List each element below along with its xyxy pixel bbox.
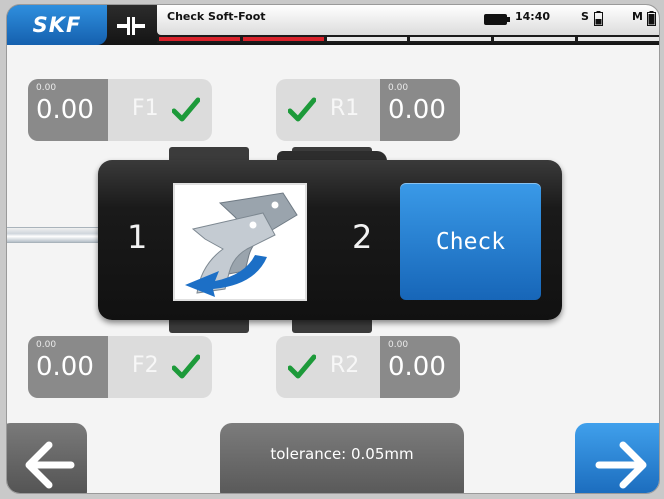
screen-title: Check Soft-Foot bbox=[167, 10, 266, 23]
foot-f1-small-value: 0.00 bbox=[36, 83, 57, 93]
foot-r1-small-value: 0.00 bbox=[388, 83, 409, 93]
coupling-icon bbox=[117, 17, 145, 35]
tolerance-display[interactable]: tolerance: 0.05mm bbox=[220, 423, 464, 493]
foot-f1-readout[interactable]: 0.00 0.00 F1 bbox=[28, 79, 212, 141]
back-button[interactable] bbox=[7, 423, 87, 493]
progress-step bbox=[159, 37, 240, 41]
battery-icon bbox=[484, 14, 510, 25]
foot-r1-label: R1 bbox=[330, 96, 360, 121]
skf-logo: SKF bbox=[7, 5, 107, 45]
tolerance-text: tolerance: 0.05mm bbox=[270, 445, 414, 463]
device-screen: SKF Check Soft-Foot 14:40 S M 1 2 Check … bbox=[6, 4, 660, 494]
forward-arrow-icon bbox=[595, 441, 647, 489]
sensor-s-battery-icon bbox=[594, 11, 603, 26]
sensor-m-indicator: M bbox=[632, 10, 643, 23]
checkmark-icon bbox=[288, 97, 316, 122]
machine-label-1: 1 bbox=[127, 218, 148, 256]
foot-f1-label: F1 bbox=[132, 96, 159, 121]
sensor-s-indicator: S bbox=[581, 10, 589, 23]
progress-step bbox=[410, 37, 492, 41]
progress-step bbox=[494, 37, 576, 41]
foot-f2-label: F2 bbox=[132, 353, 159, 378]
status-bar: SKF Check Soft-Foot 14:40 S M bbox=[7, 5, 659, 45]
soft-foot-image bbox=[173, 183, 307, 301]
foot-f2-value: 0.00 bbox=[36, 352, 94, 382]
foot-r1-readout[interactable]: R1 0.00 0.00 bbox=[276, 79, 460, 141]
foot-f1-value: 0.00 bbox=[36, 95, 94, 125]
sensor-m-battery-icon bbox=[647, 11, 656, 26]
soft-foot-shim-icon bbox=[185, 192, 298, 297]
checkmark-icon bbox=[172, 354, 200, 379]
foot-r2-readout[interactable]: R2 0.00 0.00 bbox=[276, 336, 460, 398]
progress-step bbox=[578, 37, 659, 41]
back-arrow-icon bbox=[25, 441, 75, 489]
check-button[interactable]: Check bbox=[400, 183, 541, 300]
foot-f2-readout[interactable]: 0.00 0.00 F2 bbox=[28, 336, 212, 398]
checkmark-icon bbox=[172, 97, 200, 122]
progress-step bbox=[326, 37, 408, 41]
next-button[interactable] bbox=[575, 423, 659, 493]
foot-r2-small-value: 0.00 bbox=[388, 340, 409, 350]
clock: 14:40 bbox=[515, 10, 551, 23]
foot-r1-value: 0.00 bbox=[388, 95, 446, 125]
foot-r2-value: 0.00 bbox=[388, 352, 446, 382]
machine-shaft bbox=[7, 227, 107, 243]
foot-f2-small-value: 0.00 bbox=[36, 340, 57, 350]
machine-label-2: 2 bbox=[352, 218, 373, 256]
foot-r2-label: R2 bbox=[330, 353, 360, 378]
progress-step bbox=[242, 37, 324, 41]
step-progress-bar bbox=[157, 35, 659, 43]
checkmark-icon bbox=[288, 354, 316, 379]
